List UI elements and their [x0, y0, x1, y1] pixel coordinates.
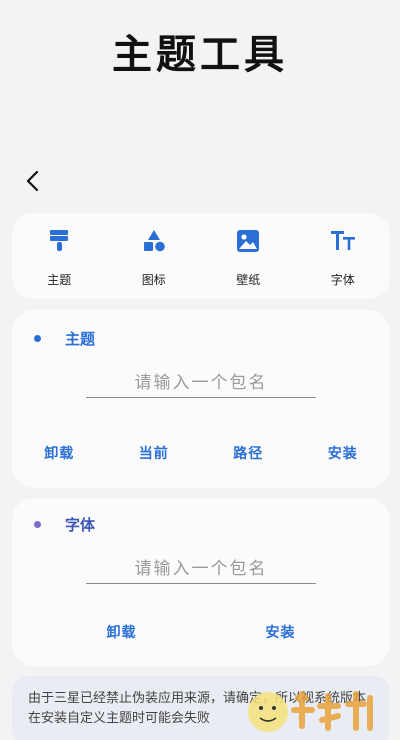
- category-label: 字体: [330, 273, 355, 287]
- bullet-dot-icon: [34, 335, 41, 342]
- brush-icon: [45, 227, 73, 255]
- font-install-button[interactable]: 安装: [201, 622, 360, 642]
- shapes-icon: [140, 227, 168, 255]
- theme-section-header: 主题: [34, 328, 95, 349]
- category-wallpaper[interactable]: 壁纸: [201, 213, 296, 299]
- font-actions: 卸载 安装: [12, 622, 390, 642]
- font-uninstall-button[interactable]: 卸载: [42, 622, 201, 642]
- theme-section-title: 主题: [65, 330, 96, 348]
- theme-uninstall-button[interactable]: 卸载: [12, 443, 107, 463]
- font-section-header: 字体: [34, 514, 95, 535]
- theme-actions: 卸载 当前 路径 安装: [12, 443, 390, 463]
- page-title: 主题工具: [112, 32, 288, 78]
- category-bar: 主题 图标 壁纸 字体: [12, 213, 390, 299]
- category-font[interactable]: 字体: [296, 213, 391, 299]
- font-section: 字体 卸载 安装: [12, 498, 390, 666]
- bullet-dot-icon: [34, 521, 41, 528]
- chevron-left-icon: [26, 170, 39, 192]
- notice-text: 由于三星已经禁止伪装应用来源，请确定，所以视系统版本在安装自定义主题时可能会失败: [12, 676, 390, 740]
- category-icons[interactable]: 图标: [107, 213, 202, 299]
- text-size-icon: [329, 227, 357, 255]
- category-label: 主题: [47, 273, 72, 287]
- theme-section: 主题 卸载 当前 路径 安装: [12, 310, 390, 488]
- theme-current-button[interactable]: 当前: [107, 443, 202, 463]
- image-icon: [234, 227, 262, 255]
- back-button[interactable]: [18, 166, 48, 196]
- category-theme[interactable]: 主题: [12, 213, 107, 299]
- theme-package-input[interactable]: [86, 368, 316, 398]
- font-package-input[interactable]: [86, 554, 316, 584]
- font-section-title: 字体: [65, 516, 96, 534]
- theme-path-button[interactable]: 路径: [201, 443, 296, 463]
- category-label: 图标: [141, 273, 166, 287]
- category-label: 壁纸: [236, 273, 261, 287]
- theme-install-button[interactable]: 安装: [296, 443, 391, 463]
